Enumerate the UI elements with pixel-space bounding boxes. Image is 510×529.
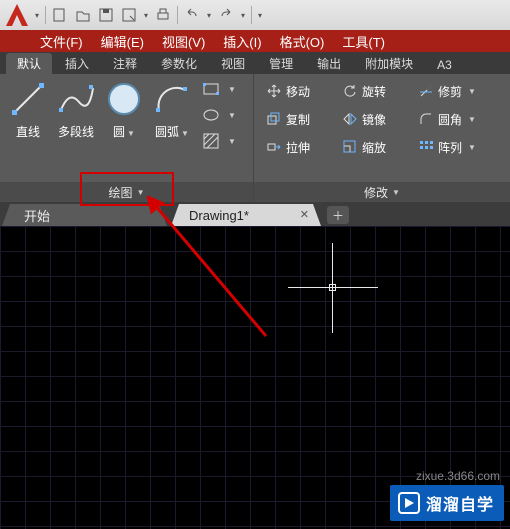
tool-rectangle[interactable] [202, 80, 220, 98]
chevron-down-icon: ▼ [468, 143, 476, 152]
doctab-start[interactable]: 开始 [2, 204, 167, 226]
tool-move[interactable]: 移动 [266, 83, 336, 100]
separator [177, 6, 178, 24]
array-icon [418, 139, 434, 155]
canvas-grid [0, 226, 510, 529]
tool-trim[interactable]: 修剪▼ [418, 83, 500, 100]
open-button[interactable] [72, 4, 94, 26]
tool-arc[interactable]: 圆弧▼ [150, 78, 194, 182]
watermark-brand: 溜溜自学 [426, 491, 494, 515]
chevron-down-icon[interactable]: ▼ [228, 137, 236, 146]
menu-format[interactable]: 格式(O) [280, 32, 325, 51]
panel-modify: 移动 旋转 修剪▼ 复制 镜像 圆角▼ 拉伸 缩放 阵列▼ 修改 ▼ [254, 74, 510, 202]
tool-mirror[interactable]: 镜像 [342, 111, 412, 128]
quick-access-toolbar: ▾ ▾ ▾ ▾ ▾ [0, 0, 510, 30]
qat-customize-dropdown[interactable]: ▾ [255, 4, 265, 26]
copy-icon [266, 111, 282, 127]
tool-scale[interactable]: 缩放 [342, 139, 412, 156]
chevron-down-icon: ▼ [127, 129, 135, 138]
ribbon-tabs: 默认 插入 注释 参数化 视图 管理 输出 附加模块 A3 [0, 52, 510, 74]
close-icon[interactable]: ✕ [300, 208, 309, 221]
trim-icon [418, 83, 434, 99]
ribbon: 直线 多段线 圆▼ 圆弧▼ ▼ ▼ [0, 74, 510, 202]
doctab-drawing1[interactable]: Drawing1* ✕ [171, 204, 321, 226]
menu-tools[interactable]: 工具(T) [342, 32, 385, 51]
tool-circle-label: 圆▼ [113, 123, 135, 140]
panel-modify-title: 修改 [364, 184, 388, 201]
watermark-url: zixue.3d66.com [416, 469, 500, 483]
app-menu-dropdown[interactable]: ▾ [32, 4, 42, 26]
tool-polyline-label: 多段线 [58, 123, 94, 140]
ribbon-tab-output[interactable]: 输出 [306, 53, 352, 74]
saveas-button[interactable] [118, 4, 140, 26]
panel-draw-footer[interactable]: 绘图 ▼ [0, 182, 253, 202]
new-button[interactable] [49, 4, 71, 26]
undo-dropdown[interactable]: ▾ [204, 4, 214, 26]
menu-file[interactable]: 文件(F) [40, 32, 83, 51]
stretch-icon [266, 139, 282, 155]
tool-line-label: 直线 [16, 123, 40, 140]
ribbon-tab-view[interactable]: 视图 [210, 53, 256, 74]
tool-circle[interactable]: 圆▼ [102, 78, 146, 182]
panel-draw: 直线 多段线 圆▼ 圆弧▼ ▼ ▼ [0, 74, 253, 202]
undo-button[interactable] [181, 4, 203, 26]
print-button[interactable] [152, 4, 174, 26]
panel-modify-footer[interactable]: 修改 ▼ [254, 182, 510, 202]
move-icon [266, 83, 282, 99]
ribbon-tab-addins[interactable]: 附加模块 [354, 53, 424, 74]
chevron-down-icon: ▼ [468, 115, 476, 124]
ribbon-tab-parametric[interactable]: 参数化 [150, 53, 208, 74]
ribbon-tab-manage[interactable]: 管理 [258, 53, 304, 74]
fillet-icon [418, 111, 434, 127]
chevron-down-icon: ▼ [181, 129, 189, 138]
play-icon [398, 492, 420, 514]
draw-small-tools: ▼ ▼ ▼ [198, 78, 236, 182]
tool-ellipse[interactable] [202, 106, 220, 124]
separator [45, 6, 46, 24]
chevron-down-icon[interactable]: ▼ [228, 85, 236, 94]
chevron-down-icon: ▼ [137, 188, 145, 197]
tool-arc-label: 圆弧▼ [155, 123, 189, 140]
tool-rotate[interactable]: 旋转 [342, 83, 412, 100]
tool-copy[interactable]: 复制 [266, 111, 336, 128]
rotate-icon [342, 83, 358, 99]
drawing-canvas[interactable] [0, 226, 510, 529]
ribbon-tab-annotate[interactable]: 注释 [102, 53, 148, 74]
mirror-icon [342, 111, 358, 127]
ribbon-tab-a360[interactable]: A3 [426, 56, 463, 74]
tool-fillet[interactable]: 圆角▼ [418, 111, 500, 128]
scale-icon [342, 139, 358, 155]
document-tabs: 开始 Drawing1* ✕ ＋ [0, 202, 510, 226]
tool-stretch[interactable]: 拉伸 [266, 139, 336, 156]
panel-draw-title: 绘图 [109, 184, 133, 201]
chevron-down-icon[interactable]: ▼ [228, 111, 236, 120]
menu-view[interactable]: 视图(V) [162, 32, 205, 51]
save-dropdown[interactable]: ▾ [141, 4, 151, 26]
menu-edit[interactable]: 编辑(E) [101, 32, 144, 51]
new-tab-button[interactable]: ＋ [327, 206, 349, 224]
redo-button[interactable] [215, 4, 237, 26]
ribbon-tab-insert[interactable]: 插入 [54, 53, 100, 74]
redo-dropdown[interactable]: ▾ [238, 4, 248, 26]
chevron-down-icon: ▼ [392, 188, 400, 197]
tool-hatch[interactable] [202, 132, 220, 150]
tool-array[interactable]: 阵列▼ [418, 139, 500, 156]
menu-insert[interactable]: 插入(I) [223, 32, 261, 51]
tool-polyline[interactable]: 多段线 [54, 78, 98, 182]
menubar: 文件(F) 编辑(E) 视图(V) 插入(I) 格式(O) 工具(T) [0, 30, 510, 52]
save-button[interactable] [95, 4, 117, 26]
watermark-logo: 溜溜自学 [390, 485, 504, 521]
ribbon-tab-default[interactable]: 默认 [6, 53, 52, 74]
crosshair-pickbox [329, 284, 336, 291]
app-logo[interactable] [3, 1, 31, 29]
separator [251, 6, 252, 24]
tool-line[interactable]: 直线 [6, 78, 50, 182]
chevron-down-icon: ▼ [468, 87, 476, 96]
